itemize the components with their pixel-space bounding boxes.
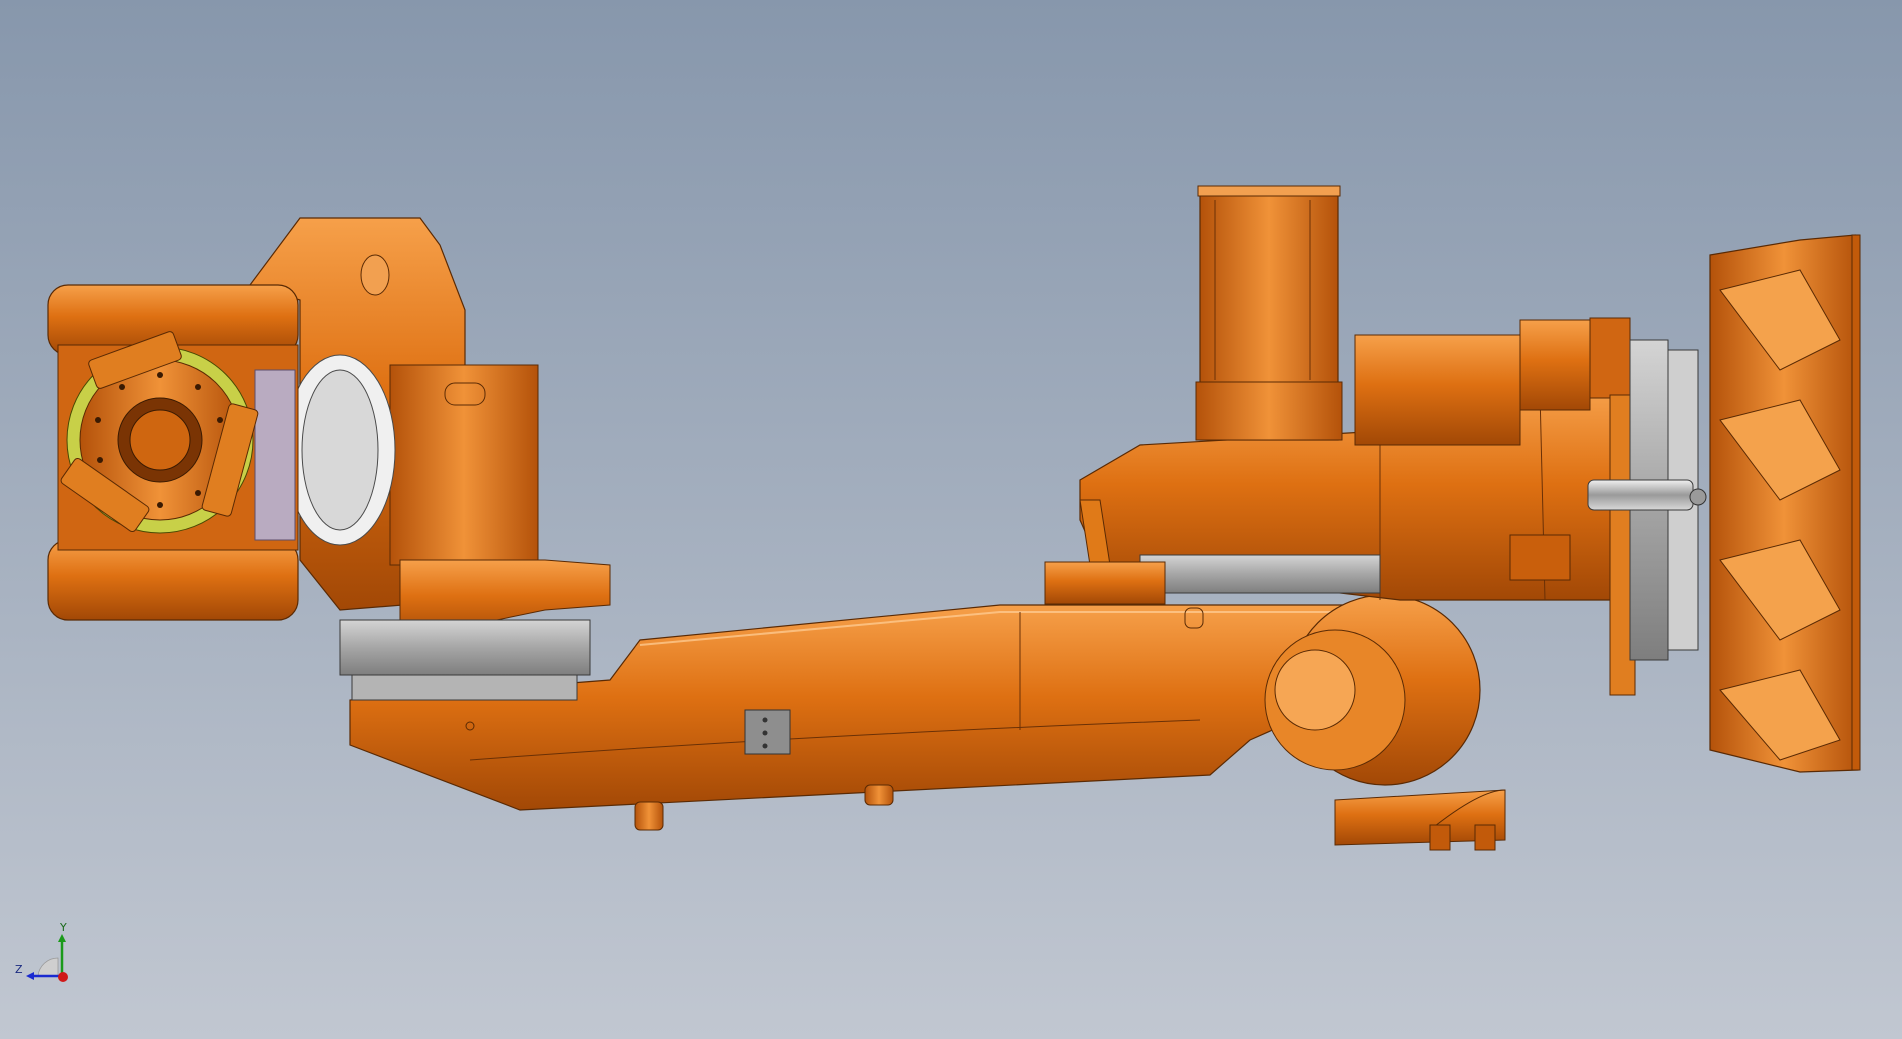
robot-arm-model[interactable] [0,0,1902,1039]
x-axis-dot [58,972,68,982]
glass-cover [254,369,296,541]
z-axis-label: Z [15,963,23,976]
axis-2-bearing [1139,554,1381,594]
cable-clamp-plate [744,709,791,755]
triad-plane [37,957,59,977]
graphics-viewport[interactable]: Y Z [0,0,1902,1039]
axis-motor-top[interactable] [1195,185,1343,441]
tool-flange-head[interactable] [47,284,299,621]
wrist-motor [389,364,539,566]
axis-4-bearing [339,619,591,676]
y-axis-label: Y [59,921,67,934]
base-flange[interactable] [1709,234,1861,773]
orientation-triad[interactable]: Y Z [10,918,80,988]
wrist-housing[interactable] [249,217,611,701]
drive-shaft [1587,479,1694,511]
